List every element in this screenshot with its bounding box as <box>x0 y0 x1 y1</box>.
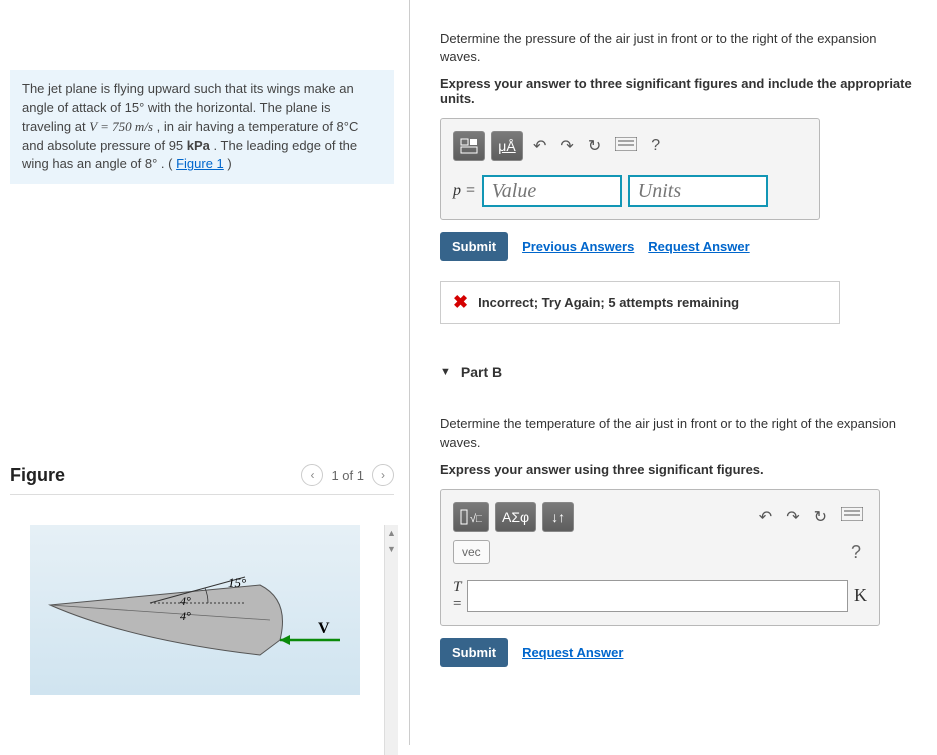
math-template-button[interactable]: √□ <box>453 502 489 532</box>
keyboard-icon-b <box>841 507 863 521</box>
partB-var-label: T= <box>453 579 461 613</box>
keyboard-button-b[interactable] <box>837 503 867 530</box>
help-button[interactable]: ? <box>647 133 664 159</box>
figure-link[interactable]: Figure 1 <box>176 156 224 171</box>
partA-answer-box: μÅ ↶ ↷ ↻ ? p = <box>440 118 820 220</box>
partB-value-input[interactable] <box>467 580 848 612</box>
subscript-button[interactable]: ↓↑ <box>542 502 574 532</box>
figure-next-button[interactable]: › <box>372 464 394 486</box>
partB-unit-label: K <box>854 585 867 606</box>
partA-previous-answers-link[interactable]: Previous Answers <box>522 239 634 254</box>
vec-row: vec ? <box>453 540 867 565</box>
units-button[interactable]: μÅ <box>491 131 523 161</box>
angle-4-top: 4° <box>180 594 191 608</box>
partB-title: Part B <box>461 364 502 380</box>
figure-nav: ‹ 1 of 1 › <box>301 464 394 486</box>
svg-text:√□: √□ <box>470 513 482 525</box>
left-pane: The jet plane is flying upward such that… <box>0 0 410 745</box>
greek-button[interactable]: ΑΣφ <box>495 502 536 532</box>
partB-answer-box: √□ ΑΣφ ↓↑ ↶ ↷ ↻ vec ? T= K <box>440 489 880 626</box>
math-template-icon: √□ <box>460 509 482 525</box>
redo-button[interactable]: ↷ <box>556 132 577 160</box>
caret-down-icon: ▼ <box>440 366 451 378</box>
angle-4-bot: 4° <box>180 609 191 623</box>
partB-submit-button[interactable]: Submit <box>440 638 508 667</box>
partB-input-row: T= K <box>453 579 867 613</box>
partA-toolbar: μÅ ↶ ↷ ↻ ? <box>453 131 807 161</box>
partB-header[interactable]: ▼ Part B <box>440 364 917 390</box>
keyboard-icon <box>615 137 637 151</box>
problem-statement: The jet plane is flying upward such that… <box>10 70 394 184</box>
partB-request-answer-link[interactable]: Request Answer <box>522 645 623 660</box>
partB-actions: Submit Request Answer <box>440 638 917 667</box>
figure-scrollbar[interactable]: ▲ ▼ <box>384 525 398 755</box>
keyboard-button[interactable] <box>611 133 641 160</box>
figure-image: 15° 4° 4° V <box>30 525 360 695</box>
reset-button[interactable]: ↻ <box>584 132 605 160</box>
figure-title: Figure <box>10 465 65 486</box>
undo-button-b[interactable]: ↶ <box>755 503 776 531</box>
angle-15: 15° <box>228 575 246 590</box>
partA-var-label: p = <box>453 182 476 200</box>
feedback-text: Incorrect; Try Again; 5 attempts remaini… <box>478 295 739 310</box>
partB-help-button[interactable]: ? <box>845 540 867 565</box>
figure-prev-button[interactable]: ‹ <box>301 464 323 486</box>
right-pane: Determine the pressure of the air just i… <box>410 0 937 745</box>
template-icon <box>460 138 478 154</box>
partA-submit-button[interactable]: Submit <box>440 232 508 261</box>
partB-question: Determine the temperature of the air jus… <box>440 415 917 451</box>
scroll-down-icon[interactable]: ▼ <box>385 541 398 557</box>
vec-button[interactable]: vec <box>453 540 490 564</box>
partA-feedback: ✖ Incorrect; Try Again; 5 attempts remai… <box>440 281 840 324</box>
problem-close: ) <box>227 156 231 171</box>
figure-viewer: 15° 4° 4° V ▲ ▼ <box>10 525 394 755</box>
partA-instruction: Express your answer to three significant… <box>440 76 917 106</box>
partA-units-input[interactable] <box>628 175 768 207</box>
partB-instruction: Express your answer using three signific… <box>440 462 917 477</box>
partA-question: Determine the pressure of the air just i… <box>440 30 917 66</box>
partA-request-answer-link[interactable]: Request Answer <box>648 239 749 254</box>
problem-kpa: kPa <box>187 138 210 153</box>
redo-button-b[interactable]: ↷ <box>782 503 803 531</box>
figure-counter: 1 of 1 <box>331 468 364 483</box>
problem-v: V = 750 m/s <box>89 119 153 134</box>
partA-value-input[interactable] <box>482 175 622 207</box>
partA-input-row: p = <box>453 175 807 207</box>
incorrect-icon: ✖ <box>453 292 468 313</box>
figure-header: Figure ‹ 1 of 1 › <box>10 464 394 495</box>
partA-actions: Submit Previous Answers Request Answer <box>440 232 917 261</box>
reset-button-b[interactable]: ↻ <box>810 503 831 531</box>
template-button[interactable] <box>453 131 485 161</box>
partB-toolbar: √□ ΑΣφ ↓↑ ↶ ↷ ↻ <box>453 502 867 532</box>
v-label: V <box>318 620 330 637</box>
scroll-up-icon[interactable]: ▲ <box>385 525 398 541</box>
undo-button[interactable]: ↶ <box>529 132 550 160</box>
